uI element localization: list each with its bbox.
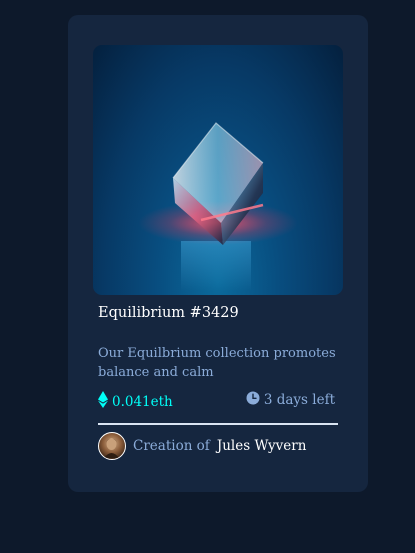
divider [98, 423, 338, 425]
price: 0.041eth [98, 391, 173, 412]
nft-preview-image[interactable] [93, 45, 343, 295]
creator-prefix: Creation of [133, 438, 210, 454]
time-left: 3 days left [246, 391, 335, 409]
avatar [98, 432, 126, 460]
price-value: 0.041eth [112, 393, 173, 410]
nft-description: Our Equilbrium collection promotes balan… [98, 346, 336, 380]
ethereum-icon [98, 391, 108, 412]
creator: Creation of Jules Wyvern [98, 432, 306, 460]
nft-title[interactable]: Equilibrium #3429 [98, 305, 239, 321]
clock-icon [246, 391, 260, 409]
time-left-value: 3 days left [263, 392, 335, 408]
creator-name[interactable]: Jules Wyvern [217, 438, 307, 454]
nft-card: Equilibrium #3429 Our Equilbrium collect… [68, 15, 368, 492]
cube-illustration [138, 122, 298, 291]
